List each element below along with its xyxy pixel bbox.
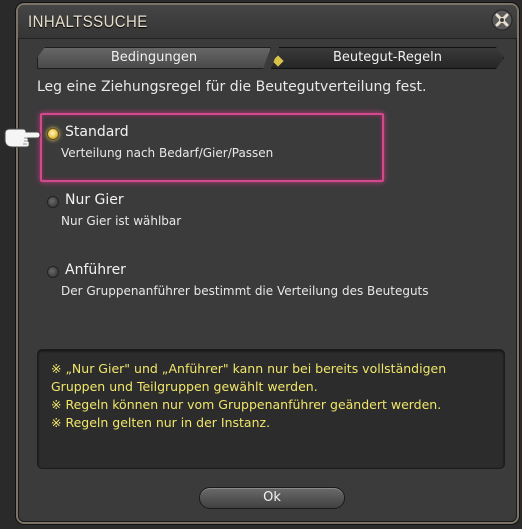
note-line: ※ Regeln gelten nur in der Instanz. bbox=[51, 415, 271, 430]
tab-loot-rules-label: Beutegut-Regeln bbox=[332, 50, 443, 65]
tab-bar: Bedingungen Beutegut-Regeln bbox=[37, 47, 502, 69]
content-finder-window: INHALTSSUCHE Bedingungen Beutegut-Regeln… bbox=[4, 3, 519, 524]
radio-unselected-icon[interactable] bbox=[47, 196, 59, 208]
option-title: Nur Gier bbox=[65, 192, 124, 208]
instruction-text: Leg eine Ziehungsregel für die Beutegutv… bbox=[37, 79, 427, 95]
window-title: INHALTSSUCHE bbox=[28, 12, 148, 31]
notes-panel: ※ „Nur Gier" und „Anführer" kann nur bei… bbox=[37, 349, 505, 469]
title-bar[interactable]: INHALTSSUCHE bbox=[18, 5, 517, 39]
option-description: Nur Gier ist wählbar bbox=[61, 214, 182, 228]
option-description: Verteilung nach Bedarf/Gier/Passen bbox=[61, 146, 274, 160]
tab-loot-rules[interactable]: Beutegut-Regeln bbox=[271, 47, 504, 69]
option-description: Der Gruppenanführer bestimmt die Verteil… bbox=[61, 284, 429, 298]
close-icon[interactable] bbox=[490, 8, 514, 32]
option-title: Standard bbox=[65, 124, 129, 140]
pointing-hand-icon bbox=[4, 128, 41, 148]
radio-selected-icon[interactable] bbox=[47, 128, 59, 140]
tab-conditions[interactable]: Bedingungen bbox=[37, 47, 271, 69]
radio-unselected-icon[interactable] bbox=[47, 266, 59, 278]
option-title: Anführer bbox=[65, 262, 126, 278]
selected-tab-indicator-icon bbox=[272, 55, 283, 66]
note-line: ※ Regeln können nur vom Gruppenanführer … bbox=[51, 397, 442, 412]
note-line: ※ „Nur Gier" und „Anführer" kann nur bei… bbox=[51, 361, 447, 376]
ok-button[interactable]: Ok bbox=[199, 487, 345, 509]
note-line: Gruppen und Teilgruppen gewählt werden. bbox=[51, 379, 318, 394]
